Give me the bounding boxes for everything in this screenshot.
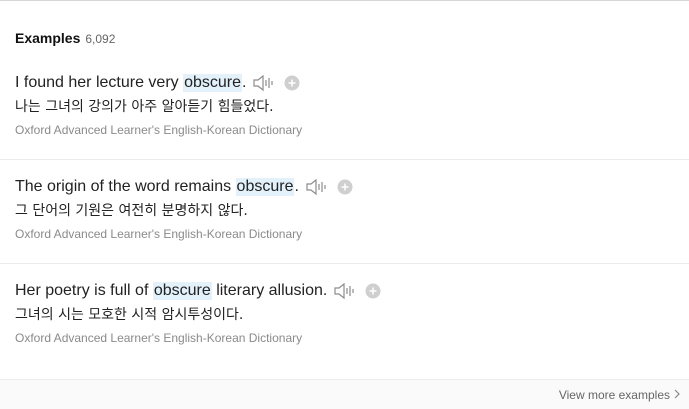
speaker-icon[interactable] <box>333 282 357 300</box>
speaker-icon[interactable] <box>252 74 276 92</box>
example-item: Her poetry is full of obscure literary a… <box>15 279 689 383</box>
example-sentence: I found her lecture very obscure. <box>15 71 689 95</box>
sentence-text-pre: Her poetry is full of <box>15 282 153 299</box>
add-icon[interactable] <box>365 283 381 299</box>
examples-panel: Examples 6,092 I found her lecture very … <box>0 0 689 409</box>
chevron-right-icon <box>674 388 681 402</box>
footer-bar: View more examples <box>0 379 689 409</box>
example-sentence: Her poetry is full of obscure literary a… <box>15 279 689 303</box>
example-sentence: The origin of the word remains obscure. <box>15 175 689 199</box>
example-translation: 나는 그녀의 강의가 아주 알아듣기 힘들었다. <box>15 99 274 115</box>
highlighted-word: obscure <box>235 178 295 196</box>
view-more-label: View more examples <box>558 388 670 402</box>
sentence-text-post: . <box>294 178 299 195</box>
examples-title: Examples <box>15 30 81 46</box>
example-translation: 그 단어의 기원은 여전히 분명하지 않다. <box>15 203 248 219</box>
add-icon[interactable] <box>337 179 353 195</box>
sentence-text-pre: The origin of the word remains <box>15 178 236 195</box>
example-source: Oxford Advanced Learner's English-Korean… <box>15 227 303 241</box>
examples-header: Examples 6,092 <box>15 30 115 46</box>
examples-count: 6,092 <box>85 32 116 46</box>
sentence-text-post: literary allusion. <box>211 282 328 299</box>
highlighted-word: obscure <box>183 74 243 92</box>
divider <box>0 159 689 160</box>
speaker-icon[interactable] <box>305 178 329 196</box>
highlighted-word: obscure <box>152 282 212 300</box>
example-source: Oxford Advanced Learner's English-Korean… <box>15 123 303 137</box>
divider <box>0 263 689 264</box>
example-translation: 그녀의 시는 모호한 시적 암시투성이다. <box>15 307 244 323</box>
sentence-text-pre: I found her lecture very <box>15 74 184 91</box>
example-source: Oxford Advanced Learner's English-Korean… <box>15 331 303 345</box>
sentence-text-post: . <box>242 74 247 91</box>
view-more-examples-link[interactable]: View more examples <box>559 388 681 402</box>
add-icon[interactable] <box>284 75 300 91</box>
